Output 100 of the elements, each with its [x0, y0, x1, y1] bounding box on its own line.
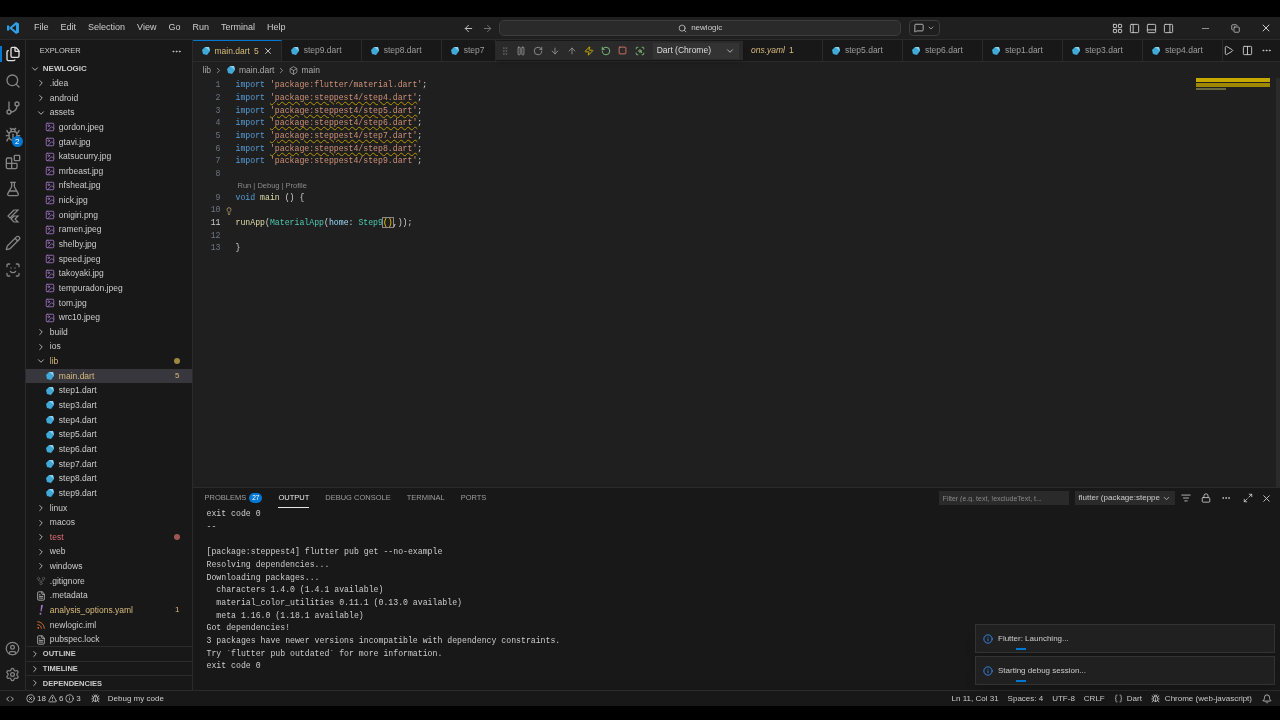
folder-row[interactable]: windows: [25, 559, 192, 574]
explorer-row[interactable]: wrc10.jpeg: [25, 310, 192, 325]
menu-item[interactable]: File: [28, 21, 55, 35]
close-tab-icon[interactable]: [262, 46, 273, 56]
folder-row[interactable]: .idea: [25, 76, 192, 91]
back-icon[interactable]: [463, 22, 475, 34]
close-icon[interactable]: [1260, 22, 1272, 34]
split-editor-icon[interactable]: [1242, 45, 1253, 56]
debug-status[interactable]: Debug my code: [90, 692, 164, 705]
blocks-icon[interactable]: [5, 154, 22, 170]
explorer-row[interactable]: step8.dart: [25, 471, 192, 486]
panel-right-icon[interactable]: [1163, 22, 1174, 34]
panel-bottom-icon[interactable]: [1146, 22, 1157, 34]
bell-icon[interactable]: [1262, 693, 1272, 704]
cursor-position[interactable]: Ln 11, Col 31: [951, 692, 999, 705]
breadcrumb-item[interactable]: lib: [202, 63, 212, 77]
branch-icon[interactable]: [5, 100, 22, 116]
explorer-row[interactable]: ramen.jpeg: [25, 222, 192, 238]
settings-icon[interactable]: [4, 667, 20, 682]
explorer-row[interactable]: .metadata: [25, 588, 192, 604]
editor-tab[interactable]: main.dart 5: [192, 40, 282, 61]
menu-item[interactable]: Selection: [82, 21, 132, 35]
target-status[interactable]: Chrome (web-javascript): [1150, 692, 1252, 705]
flask-icon[interactable]: [5, 181, 22, 197]
explorer-row[interactable]: gordon.jpeg: [25, 119, 192, 135]
explorer-row[interactable]: tempuradon.jpeg: [25, 280, 192, 296]
menu-item[interactable]: Run: [186, 21, 215, 35]
explorer-row[interactable]: .gitignore: [25, 573, 192, 589]
explorer-row[interactable]: step1.dart: [25, 383, 192, 399]
remote-icon[interactable]: [5, 693, 15, 704]
editor-tab[interactable]: step3.dart: [1063, 40, 1143, 61]
search-icon[interactable]: [5, 73, 22, 89]
explorer-row[interactable]: katsucurry.jpg: [25, 149, 192, 164]
folder-row[interactable]: lib: [25, 354, 192, 369]
editor-tab[interactable]: step8.dart: [361, 40, 442, 61]
editor-tab[interactable]: step4.dart: [1143, 40, 1223, 61]
explorer-row[interactable]: newlogic.iml: [25, 617, 192, 633]
breadcrumb-item[interactable]: main.dart: [239, 63, 275, 77]
bug-icon[interactable]: [5, 127, 22, 143]
explorer-row[interactable]: analysis_options.yaml 1: [25, 603, 192, 618]
folder-row[interactable]: ios: [25, 339, 192, 355]
maximize-icon[interactable]: [1243, 493, 1253, 503]
project-header[interactable]: NEWLOGIC: [25, 62, 192, 76]
folder-row[interactable]: linux: [25, 500, 192, 516]
editor-tab[interactable]: step7: [441, 40, 496, 61]
panel-left-icon[interactable]: [1129, 22, 1140, 34]
folder-row[interactable]: macos: [25, 515, 192, 530]
chat-button[interactable]: [909, 20, 941, 36]
language-status[interactable]: Dart: [1113, 692, 1142, 705]
explorer-row[interactable]: main.dart 5: [25, 368, 192, 384]
breadcrumb-item[interactable]: main: [301, 63, 320, 77]
explorer-row[interactable]: mrbeast.jpg: [25, 163, 192, 179]
folder-row[interactable]: build: [25, 324, 192, 340]
account-icon[interactable]: [4, 641, 20, 656]
explorer-row[interactable]: step9.dart: [25, 485, 192, 501]
explorer-row[interactable]: gtavi.jpg: [25, 134, 192, 150]
explorer-row[interactable]: takoyaki.jpg: [25, 266, 192, 281]
explorer-row[interactable]: step4.dart: [25, 412, 192, 428]
menu-item[interactable]: Help: [260, 21, 292, 35]
explorer-row[interactable]: step3.dart: [25, 398, 192, 413]
explorer-row[interactable]: step5.dart: [25, 427, 192, 442]
pencil-icon[interactable]: [5, 235, 22, 251]
folder-row[interactable]: web: [25, 544, 192, 560]
menu-item[interactable]: Go: [162, 21, 187, 35]
editor-tab[interactable]: step1.dart: [983, 40, 1063, 61]
editor-tab[interactable]: step9.dart: [281, 40, 362, 61]
encoding-status[interactable]: UTF-8: [1052, 692, 1075, 705]
folder-row[interactable]: assets: [25, 105, 192, 120]
explorer-row[interactable]: step7.dart: [25, 456, 192, 472]
explorer-row[interactable]: tom.jpg: [25, 295, 192, 311]
configuration-dropdown[interactable]: Dart (Chrome): [652, 42, 739, 59]
explorer-row[interactable]: nick.jpg: [25, 193, 192, 208]
menu-item[interactable]: Edit: [54, 21, 83, 35]
editor-tab[interactable]: ons.yaml 1: [743, 40, 823, 61]
editor-tab[interactable]: step6.dart: [903, 40, 983, 61]
explorer-row[interactable]: nfsheat.jpg: [25, 178, 192, 194]
explorer-row[interactable]: pubspec.lock: [25, 632, 192, 647]
scan-icon[interactable]: [5, 262, 22, 278]
run-icon[interactable]: [1223, 45, 1234, 56]
files-icon[interactable]: [5, 46, 22, 62]
lightbulb-icon[interactable]: [225, 206, 233, 215]
explorer-row[interactable]: speed.jpeg: [25, 251, 192, 267]
forward-icon[interactable]: [482, 22, 494, 34]
close-icon[interactable]: [1261, 492, 1272, 504]
explorer-row[interactable]: onigiri.png: [25, 207, 192, 223]
line-ending-status[interactable]: CRLF: [1083, 692, 1105, 705]
explorer-row[interactable]: step6.dart: [25, 442, 192, 457]
indentation-status[interactable]: Spaces: 4: [1007, 692, 1044, 705]
folder-row[interactable]: android: [25, 90, 192, 106]
menu-item[interactable]: Terminal: [214, 21, 261, 35]
output-channel-dropdown[interactable]: flutter (package:steppe: [1074, 491, 1175, 505]
menu-item[interactable]: View: [131, 21, 163, 35]
layout-icon[interactable]: [1112, 22, 1123, 34]
restore-icon[interactable]: [1231, 23, 1240, 33]
problems-status[interactable]: 18 6 3: [26, 692, 81, 705]
lock-icon[interactable]: [1201, 493, 1211, 503]
explorer-row[interactable]: shelby.jpg: [25, 237, 192, 252]
flutter-icon[interactable]: [5, 208, 22, 224]
command-center[interactable]: newlogic: [499, 20, 902, 36]
editor-tab[interactable]: step5.dart: [823, 40, 903, 61]
